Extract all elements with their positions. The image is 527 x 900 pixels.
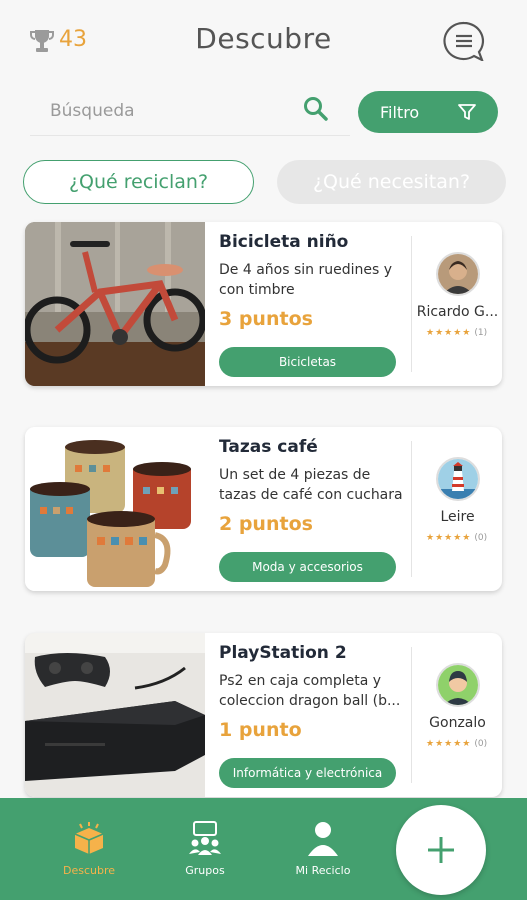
plus-icon bbox=[428, 837, 454, 863]
nav-groups-label: Grupos bbox=[185, 864, 225, 877]
item-photo-bicycle bbox=[25, 222, 205, 386]
chat-icon[interactable] bbox=[443, 21, 485, 61]
add-item-button[interactable] bbox=[396, 805, 486, 895]
search-bar bbox=[30, 88, 350, 136]
divider bbox=[411, 236, 412, 372]
category-tag[interactable]: Informática y electrónica bbox=[219, 758, 396, 788]
nav-my-recycle[interactable]: Mi Reciclo bbox=[283, 820, 363, 880]
avatar[interactable] bbox=[436, 252, 480, 296]
filter-button[interactable]: Filtro bbox=[358, 91, 498, 133]
item-description: Un set de 4 piezas de tazas de café con … bbox=[219, 467, 403, 503]
item-card[interactable]: PlayStation 2 Ps2 en caja completa y col… bbox=[25, 633, 502, 797]
rating-count: (0) bbox=[474, 739, 488, 749]
divider bbox=[411, 441, 412, 577]
item-points: 2 puntos bbox=[219, 513, 313, 535]
group-icon bbox=[189, 821, 221, 855]
item-description: Ps2 en caja completa y coleccion dragon … bbox=[219, 673, 401, 709]
nav-discover-label: Descubre bbox=[62, 864, 116, 877]
header: 43 Descubre bbox=[0, 0, 527, 80]
rating-count: (0) bbox=[474, 533, 488, 543]
item-title: Bicicleta niño bbox=[219, 232, 349, 252]
rating-stars: ★★★★★ (1) bbox=[426, 328, 488, 338]
item-photo-mugs bbox=[25, 427, 205, 591]
filter-icon bbox=[458, 104, 476, 120]
item-title: Tazas café bbox=[219, 437, 318, 457]
item-title: PlayStation 2 bbox=[219, 643, 347, 663]
item-photo-playstation bbox=[25, 633, 205, 797]
rating-stars: ★★★★★ (0) bbox=[426, 533, 488, 543]
user-icon bbox=[308, 822, 338, 856]
category-tag[interactable]: Bicicletas bbox=[219, 347, 396, 377]
item-card[interactable]: Tazas café Un set de 4 piezas de tazas d… bbox=[25, 427, 502, 591]
search-icon[interactable] bbox=[303, 96, 329, 122]
avatar[interactable] bbox=[436, 457, 480, 501]
filter-label: Filtro bbox=[380, 103, 420, 122]
user-name[interactable]: Ricardo G... bbox=[413, 304, 502, 320]
divider bbox=[411, 647, 412, 783]
nav-discover[interactable]: Descubre bbox=[49, 820, 129, 880]
rating-stars: ★★★★★ (0) bbox=[426, 739, 488, 749]
tab-what-they-recycle[interactable]: ¿Qué reciclan? bbox=[23, 160, 254, 204]
nav-groups[interactable]: Grupos bbox=[165, 820, 245, 880]
user-name[interactable]: Gonzalo bbox=[413, 715, 502, 731]
search-input[interactable] bbox=[50, 96, 300, 126]
user-name[interactable]: Leire bbox=[413, 509, 502, 525]
item-card[interactable]: Bicicleta niño De 4 años sin ruedines y … bbox=[25, 222, 502, 386]
avatar[interactable] bbox=[436, 663, 480, 707]
box-icon bbox=[74, 822, 104, 854]
rating-count: (1) bbox=[474, 328, 488, 338]
nav-my-recycle-label: Mi Reciclo bbox=[295, 864, 351, 877]
item-description: De 4 años sin ruedines y con timbre bbox=[219, 262, 393, 298]
tab-what-they-need[interactable]: ¿Qué necesitan? bbox=[277, 160, 506, 204]
item-points: 1 punto bbox=[219, 719, 302, 741]
category-tag[interactable]: Moda y accesorios bbox=[219, 552, 396, 582]
item-points: 3 puntos bbox=[219, 308, 313, 330]
